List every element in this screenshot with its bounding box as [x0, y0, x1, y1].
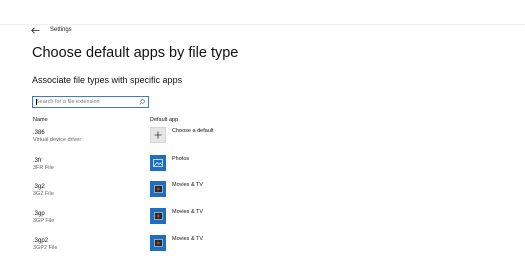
- app-name: Movies & TV: [172, 209, 204, 215]
- table-row: .3gp 3GP File Movies & TV: [0, 208, 525, 236]
- title-bar: [0, 0, 525, 25]
- app-tile: [150, 155, 166, 171]
- column-header-name: Name: [33, 117, 48, 123]
- default-app-button[interactable]: Photos: [150, 155, 270, 175]
- app-title: Settings: [50, 27, 72, 33]
- plus-icon: [154, 131, 162, 139]
- file-extension: .3fr: [33, 158, 42, 164]
- search-icon[interactable]: [139, 99, 145, 105]
- table-row: .3fr 3FR File Photos: [0, 155, 525, 183]
- file-extension: .3g2: [33, 184, 45, 190]
- file-extension: .386: [33, 130, 45, 136]
- settings-window: Settings Choose default apps by file typ…: [0, 0, 525, 275]
- app-name: Choose a default: [172, 128, 214, 134]
- default-app-button[interactable]: Movies & TV: [150, 235, 270, 255]
- back-arrow-icon: [30, 27, 39, 33]
- app-tile: [150, 208, 166, 224]
- app-name: Movies & TV: [172, 236, 204, 242]
- photos-icon: [153, 159, 163, 167]
- back-button[interactable]: [28, 24, 42, 36]
- app-tile: [150, 235, 166, 251]
- file-description: 3GP File: [33, 218, 55, 224]
- table-row: .386 Virtual device driver Choose a defa…: [0, 127, 525, 155]
- app-name: Movies & TV: [172, 182, 204, 188]
- app-tile: [150, 127, 166, 143]
- text-caret: [36, 99, 37, 105]
- file-description: 3GP2 File: [33, 245, 58, 251]
- column-header-default-app: Default app: [150, 117, 179, 123]
- movies-tv-icon: [153, 239, 163, 247]
- movies-tv-icon: [153, 212, 163, 220]
- section-title: Associate file types with specific apps: [32, 75, 183, 85]
- search-input[interactable]: [36, 97, 136, 107]
- table-row: .3g2 3G2 File Movies & TV: [0, 181, 525, 209]
- app-name: Photos: [172, 156, 190, 162]
- file-extension: .3gp2: [33, 238, 49, 244]
- app-tile: [150, 181, 166, 197]
- default-app-button[interactable]: Movies & TV: [150, 208, 270, 228]
- default-app-button[interactable]: Choose a default: [150, 127, 270, 147]
- page-title: Choose default apps by file type: [32, 45, 239, 61]
- table-row: .3gp2 3GP2 File Movies & TV: [0, 235, 525, 263]
- file-description: 3G2 File: [33, 191, 54, 197]
- file-extension: .3gp: [33, 211, 45, 217]
- default-app-button[interactable]: Movies & TV: [150, 181, 270, 201]
- search-box[interactable]: [32, 96, 149, 108]
- file-description: 3FR File: [33, 165, 54, 171]
- file-description: Virtual device driver: [33, 137, 82, 143]
- movies-tv-icon: [153, 185, 163, 193]
